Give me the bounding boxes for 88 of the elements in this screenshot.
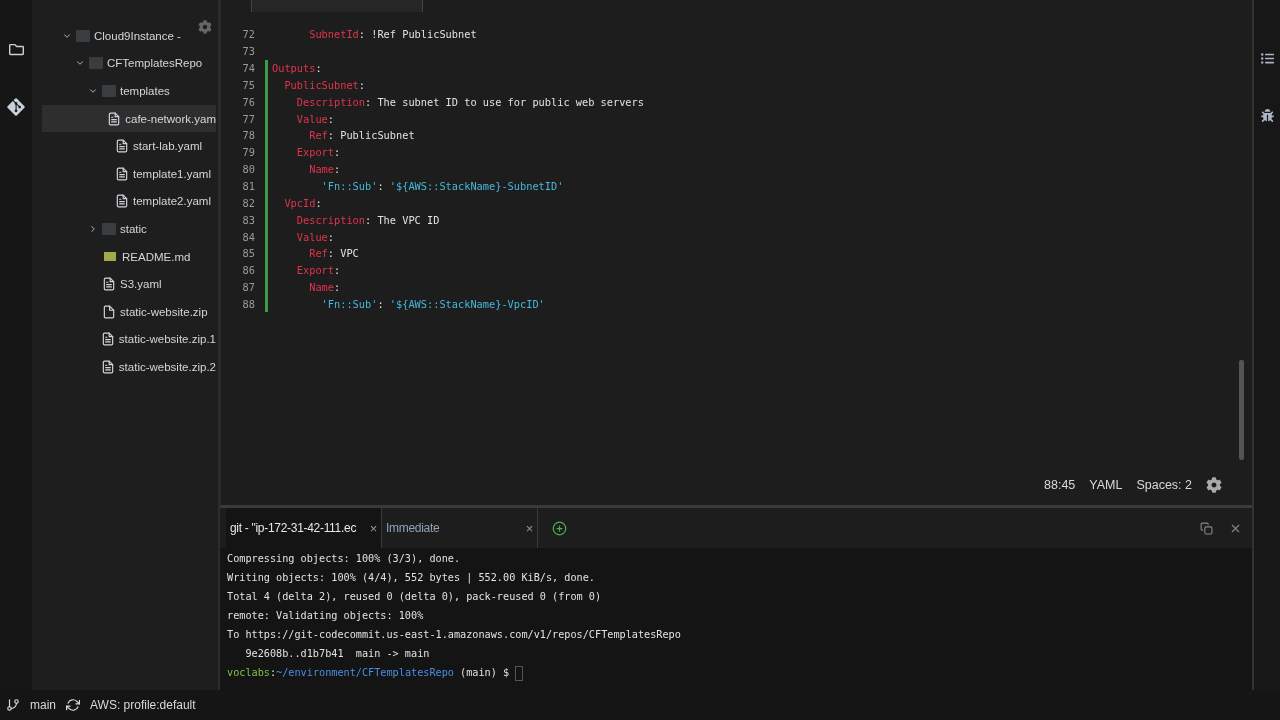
line-number: 86 — [241, 264, 256, 277]
folder-icon — [102, 85, 116, 97]
restore-icon[interactable] — [1200, 521, 1213, 535]
terminal-line: voclabs:~/environment/CFTemplatesRepo (main) $ — [227, 663, 1245, 682]
code-line: 'Fn::Sub': '${AWS::StackName}-VpcID' — [320, 297, 545, 310]
add-icon[interactable] — [552, 520, 567, 536]
code-line: Ref: PublicSubnet — [308, 129, 415, 142]
line-number: 88 — [241, 297, 256, 310]
file-tree-item[interactable]: start-lab.yaml — [42, 132, 216, 160]
git-branch-icon[interactable] — [6, 698, 20, 712]
line-number: 74 — [241, 62, 256, 75]
line-number: 78 — [241, 129, 256, 142]
folder-icon[interactable] — [8, 42, 24, 57]
tab-label: Immediate — [386, 521, 440, 535]
code-line: PublicSubnet: — [283, 78, 365, 91]
code-line: Value: — [295, 112, 334, 125]
code-line: Name: — [308, 163, 341, 176]
line-number: 84 — [241, 230, 256, 243]
document-icon — [102, 277, 116, 292]
file-tree-item[interactable]: static-website.zip.1 — [42, 325, 216, 354]
document-icon — [100, 332, 115, 347]
line-number: 77 — [241, 112, 256, 125]
git-icon[interactable] — [6, 97, 26, 117]
archive-file-icon — [102, 304, 116, 319]
line-number: 82 — [241, 196, 256, 209]
line-number: 79 — [241, 146, 256, 159]
file-tree-item[interactable]: static — [42, 215, 216, 243]
terminal-line: remote: Validating objects: 100% — [227, 609, 425, 623]
tab-label: git - "ip-172-31-42-111.ec — [230, 521, 357, 535]
file-tree-item[interactable]: Cloud9Instance - — [42, 22, 216, 50]
scrollbar[interactable] — [1239, 360, 1244, 460]
file-tree-item[interactable]: static-website.zip.2 — [42, 353, 216, 381]
code-line: Export: — [295, 146, 341, 159]
aws-profile[interactable]: AWS: profile:default — [90, 698, 196, 712]
cursor-position[interactable]: 88:45 — [1044, 478, 1076, 492]
code-line: VpcId: — [283, 196, 322, 209]
folder-icon — [102, 222, 116, 235]
indent-setting[interactable]: Spaces: 2 — [1136, 478, 1192, 492]
close-icon[interactable]: × — [521, 520, 533, 536]
chevron-right-icon — [88, 223, 98, 234]
document-icon — [107, 111, 122, 126]
line-number: 87 — [241, 281, 256, 294]
file-tree-item[interactable]: CFTemplatesRepo — [42, 49, 216, 78]
sync-icon[interactable] — [66, 698, 80, 712]
folder-icon — [89, 57, 103, 70]
line-number: 80 — [241, 163, 256, 176]
close-icon[interactable]: × — [365, 520, 377, 536]
file-tree-item[interactable]: cafe-network.yam — [42, 104, 216, 133]
code-line: Export: — [295, 264, 341, 277]
line-number: 76 — [241, 95, 256, 108]
settings-icon[interactable] — [1206, 477, 1222, 493]
code-line: 'Fn::Sub': '${AWS::StackName}-SubnetID' — [320, 180, 564, 192]
terminal-line: To https://git-codecommit.us-east-1.amazonaws.com/v1/repos/CFTemplatesRepo — [227, 628, 682, 642]
file-tree-item[interactable]: templates — [42, 77, 216, 105]
debugger-icon[interactable] — [1260, 109, 1274, 122]
chevron-down-icon — [88, 86, 98, 96]
code-line: SubnetId: !Ref PublicSubnet — [308, 28, 477, 41]
document-icon — [115, 194, 129, 209]
file-tree-item[interactable]: static-website.zip — [42, 297, 216, 326]
code-line: Description: The VPC ID — [295, 213, 440, 226]
terminal-line: Total 4 (delta 2), reused 0 (delta 0), pack-reused 0 (from 0) — [227, 590, 603, 604]
document-icon — [115, 139, 129, 154]
outline-icon[interactable] — [1260, 52, 1274, 65]
file-tree-item[interactable]: S3.yaml — [42, 270, 216, 298]
line-number: 81 — [241, 180, 256, 192]
terminal-line: Writing objects: 100% (4/4), 552 bytes | 552.00 KiB/s, done. — [227, 571, 596, 586]
file-tree-item[interactable]: template2.yaml — [42, 187, 216, 216]
language-mode[interactable]: YAML — [1089, 478, 1123, 492]
line-number: 73 — [241, 45, 256, 58]
terminal-line: 9e2608b..d1b7b41 main -> main — [244, 647, 431, 661]
code-line: Outputs: — [272, 62, 322, 75]
folder-icon — [76, 29, 90, 42]
line-number: 85 — [241, 247, 256, 260]
line-number: 75 — [241, 78, 256, 91]
file-tree-item[interactable]: README.md — [42, 242, 216, 271]
branch-name[interactable]: main — [30, 698, 56, 712]
code-line: Ref: VPC — [308, 247, 359, 260]
document-icon — [100, 359, 115, 374]
line-number: 83 — [241, 213, 256, 226]
code-line: Description: The subnet ID to use for public web servers — [295, 95, 644, 108]
code-line: Name: — [308, 281, 341, 294]
line-number: 72 — [241, 28, 256, 41]
file-tree-item[interactable]: template1.yaml — [42, 159, 216, 188]
document-icon — [115, 166, 129, 181]
markdown-icon — [104, 252, 116, 262]
code-line: Value: — [295, 230, 334, 243]
terminal-line: Compressing objects: 100% (3/3), done. — [227, 552, 462, 566]
terminal-tab[interactable]: git - "ip-172-31-42-111.ec × — [226, 508, 382, 548]
